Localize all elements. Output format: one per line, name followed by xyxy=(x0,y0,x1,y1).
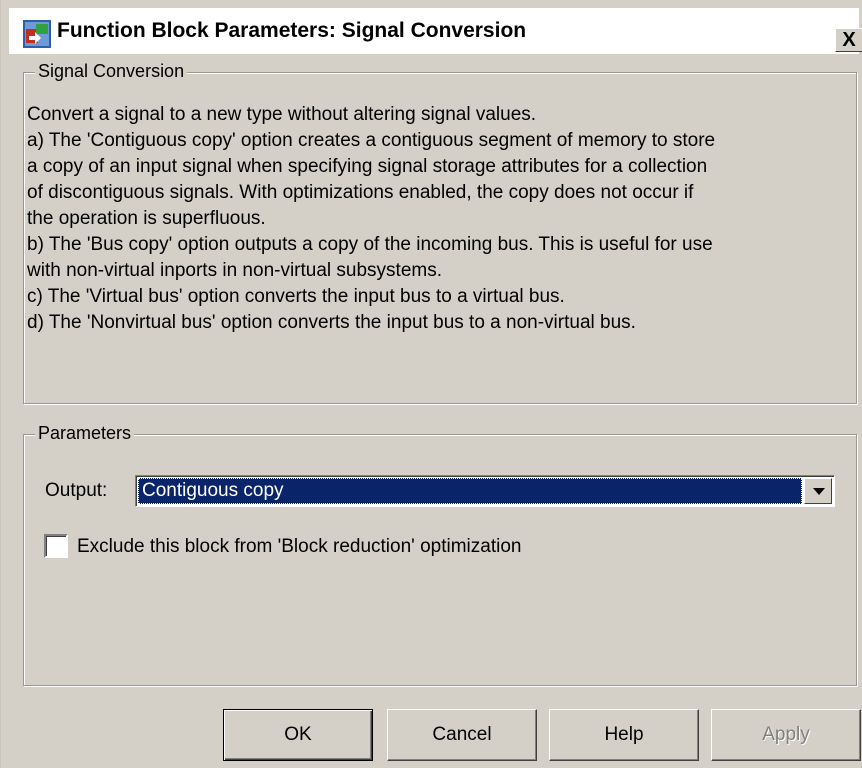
description-line: Convert a signal to a new type without a… xyxy=(27,104,537,125)
description-line: a) The 'Contiguous copy' option creates … xyxy=(27,130,716,151)
output-select-value[interactable]: Contiguous copy xyxy=(138,478,802,504)
description-line: the operation is superfluous. xyxy=(27,208,266,229)
dropdown-button[interactable] xyxy=(804,478,832,504)
description-line: of discontiguous signals. With optimizat… xyxy=(27,182,694,203)
description-line: c) The 'Virtual bus' option converts the… xyxy=(27,286,565,307)
chevron-down-icon xyxy=(813,488,825,495)
exclude-block-reduction-label[interactable]: Exclude this block from 'Block reduction… xyxy=(77,534,521,560)
description-line: a copy of an input signal when specifyin… xyxy=(27,156,708,177)
help-button[interactable]: Help xyxy=(549,709,699,761)
description-line: b) The 'Bus copy' option outputs a copy … xyxy=(27,234,713,255)
parameters-group xyxy=(23,434,857,686)
exclude-block-reduction-checkbox[interactable] xyxy=(44,534,68,558)
parameters-group-label: Parameters xyxy=(35,422,135,444)
description-line: d) The 'Nonvirtual bus' option converts … xyxy=(27,312,636,333)
window-title: Function Block Parameters: Signal Conver… xyxy=(57,19,527,42)
block-description: Convert a signal to a new type without a… xyxy=(27,102,847,336)
output-select[interactable]: Contiguous copy xyxy=(135,475,835,507)
close-icon: X xyxy=(842,29,856,51)
apply-button[interactable]: Apply xyxy=(711,709,861,761)
output-label: Output: xyxy=(45,480,108,501)
ok-button[interactable]: OK xyxy=(223,709,373,761)
signal-conversion-group-label: Signal Conversion xyxy=(35,60,188,82)
description-line: with non-virtual inports in non-virtual … xyxy=(27,260,443,281)
simulink-block-icon xyxy=(23,20,51,48)
cancel-button[interactable]: Cancel xyxy=(387,709,537,761)
close-button[interactable]: X xyxy=(835,28,862,52)
title-bar[interactable]: Function Block Parameters: Signal Conver… xyxy=(9,8,862,54)
dialog-window: Function Block Parameters: Signal Conver… xyxy=(0,0,862,768)
